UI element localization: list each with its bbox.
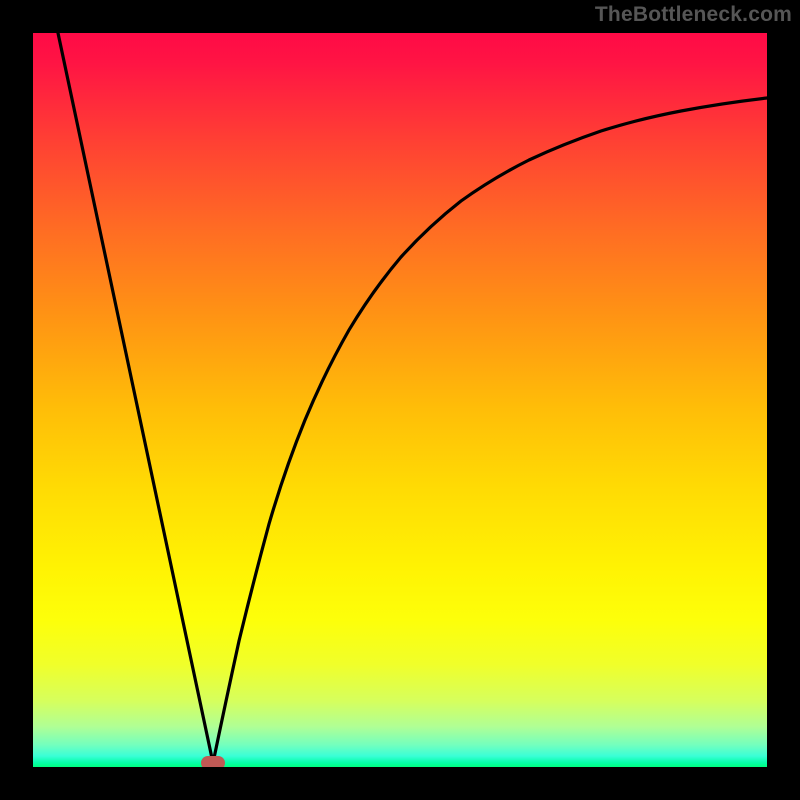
plot-area bbox=[33, 33, 767, 767]
attribution-text: TheBottleneck.com bbox=[595, 3, 792, 27]
curve-left bbox=[58, 33, 213, 763]
curve-right bbox=[213, 98, 767, 763]
chart-frame: TheBottleneck.com bbox=[0, 0, 800, 800]
minimum-marker bbox=[201, 756, 225, 767]
curve-svg bbox=[33, 33, 767, 767]
